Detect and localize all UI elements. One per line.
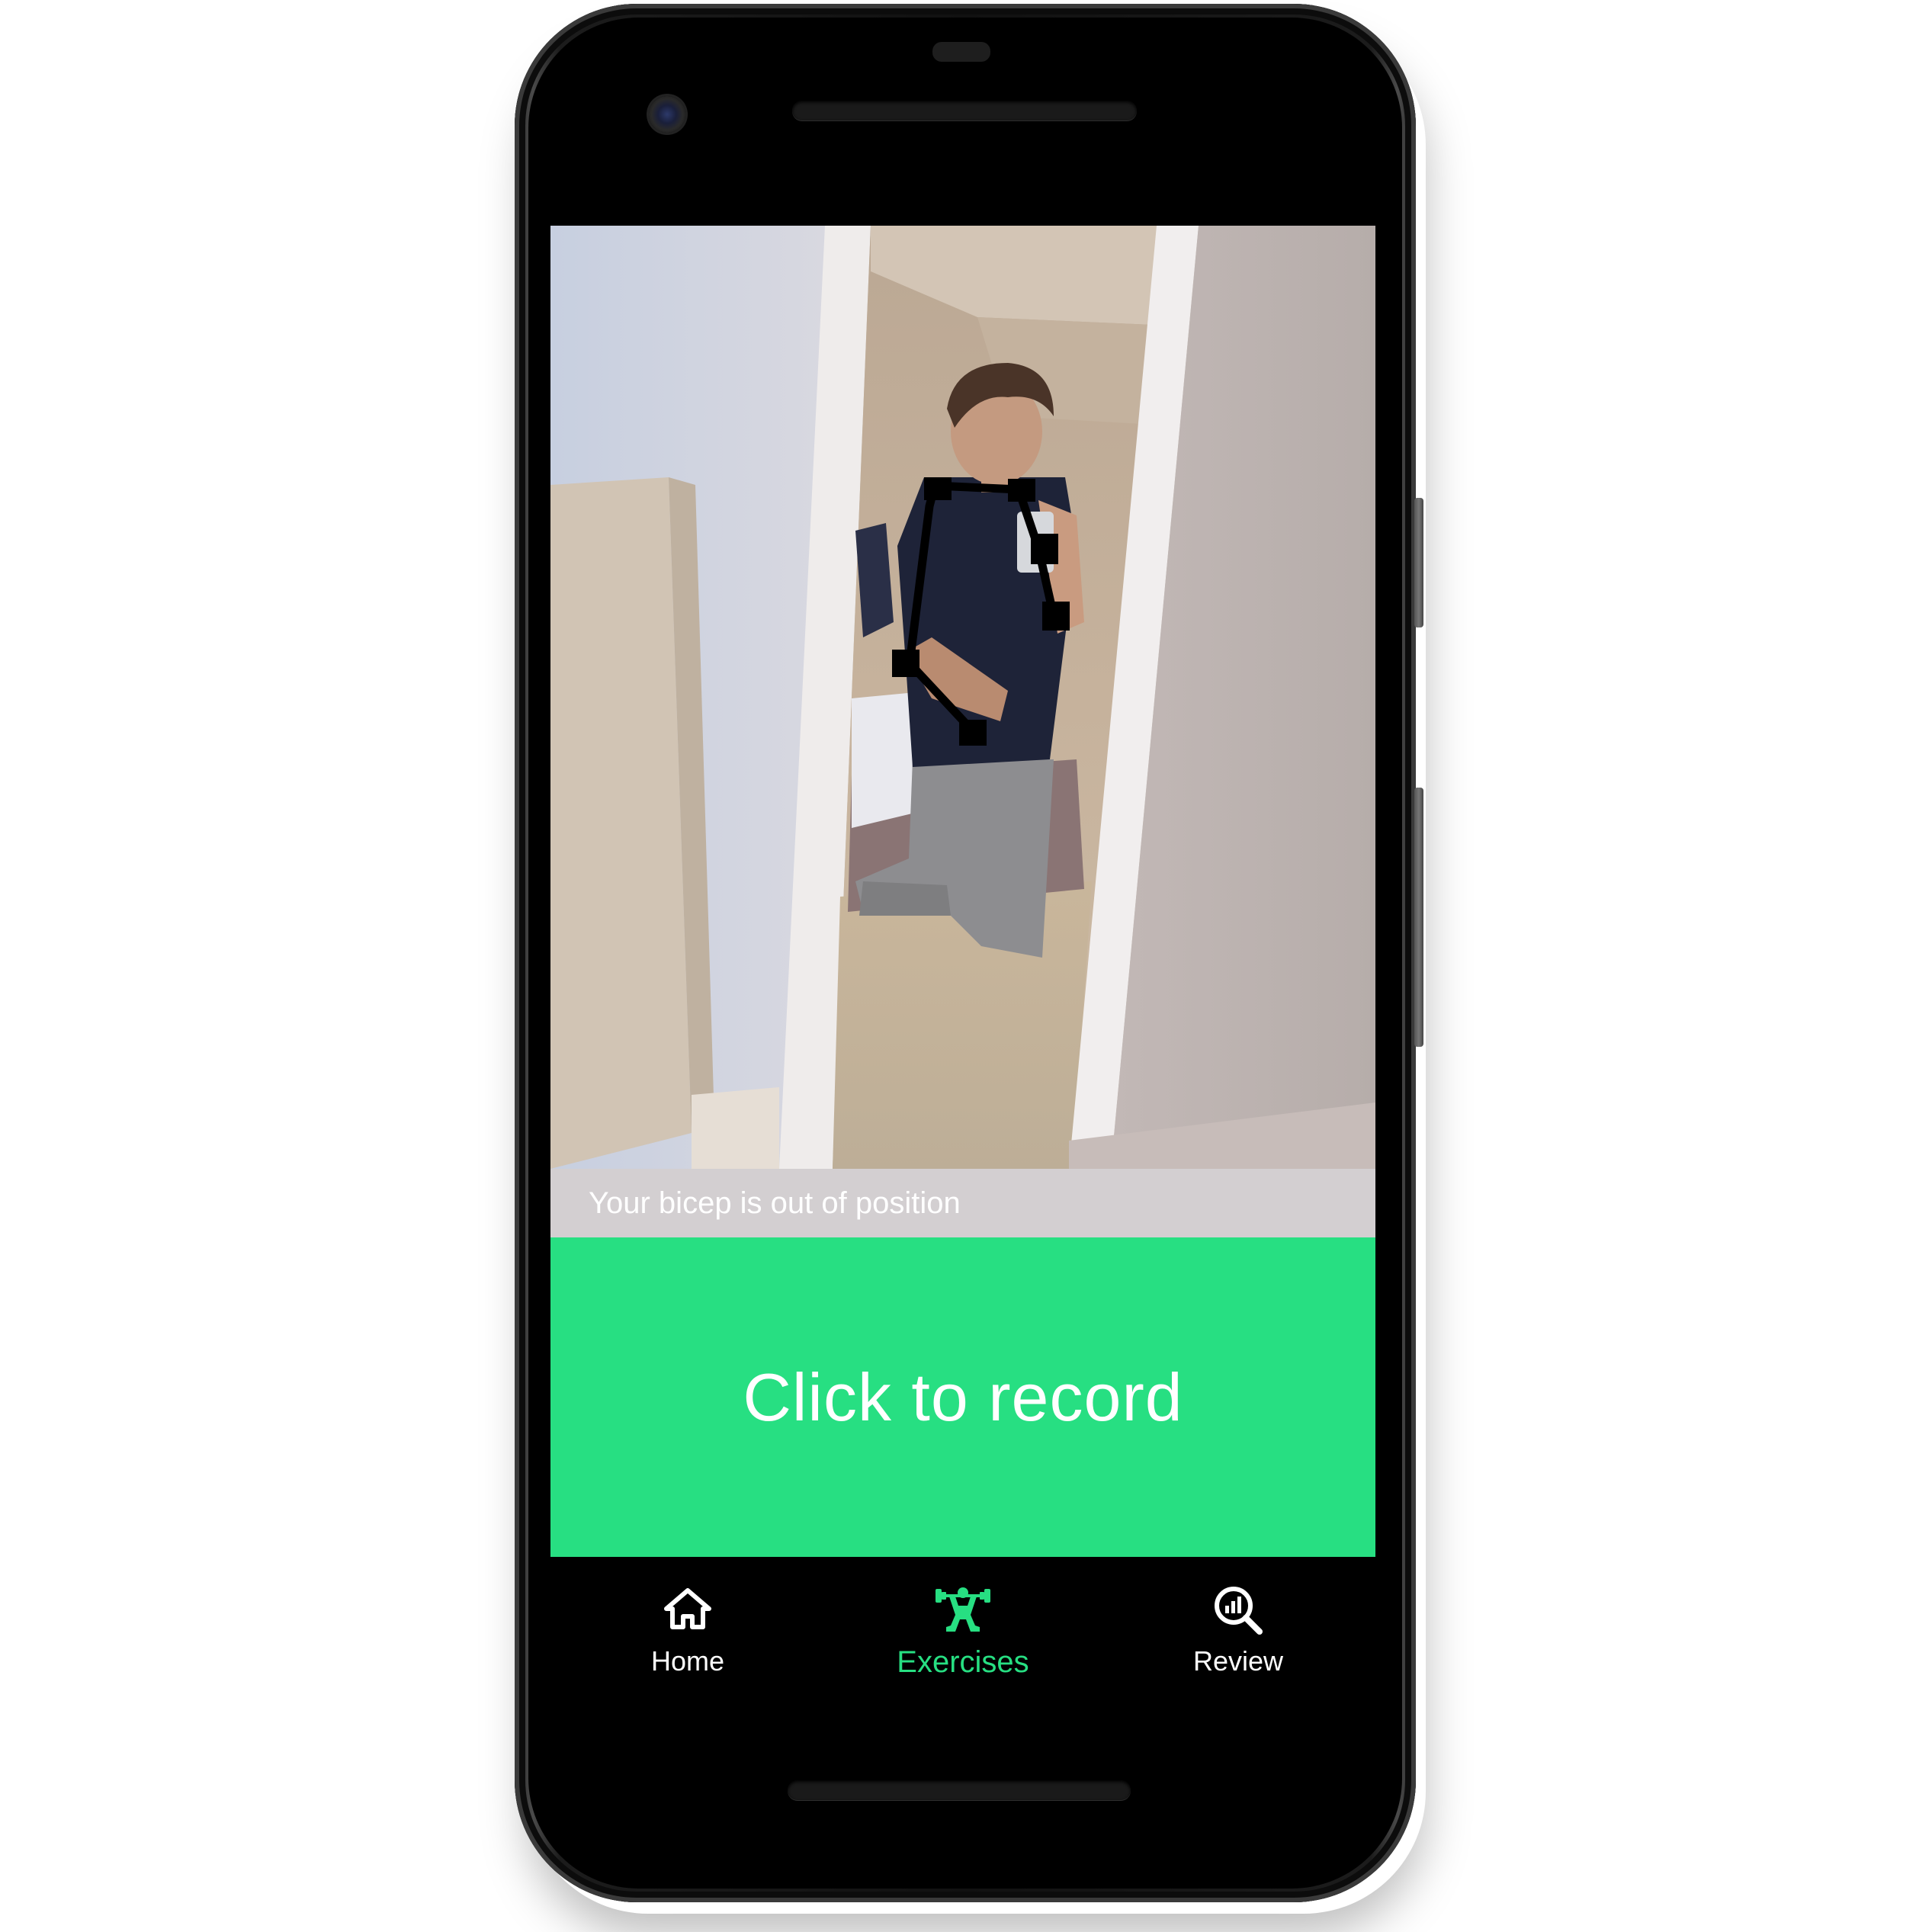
nav-item-home[interactable]: Home — [573, 1580, 802, 1694]
feedback-text: Your bicep is out of position — [589, 1186, 961, 1220]
weightlifter-icon — [936, 1587, 990, 1632]
volume-button — [1414, 788, 1423, 1047]
nav-item-review-label: Review — [1192, 1645, 1284, 1677]
home-icon — [664, 1588, 711, 1629]
app-screen: Your bicep is out of position Click to r… — [550, 226, 1375, 1557]
bottom-speaker — [788, 1780, 1131, 1800]
device-mockup: Your bicep is out of position Click to r… — [0, 0, 1932, 1932]
record-button-label: Click to record — [743, 1359, 1183, 1435]
bottom-navigation-bar: Home Exercises Review — [550, 1557, 1375, 1694]
earpiece-speaker — [792, 101, 1137, 120]
front-camera-lens — [649, 96, 685, 133]
analytics-search-icon — [1215, 1587, 1263, 1635]
record-button[interactable]: Click to record — [550, 1237, 1375, 1557]
proximity-sensor — [932, 42, 990, 62]
nav-item-review[interactable]: Review — [1124, 1580, 1353, 1694]
power-button — [1414, 498, 1423, 627]
nav-item-exercises-label: Exercises — [897, 1645, 1029, 1679]
nav-item-home-label: Home — [650, 1645, 725, 1677]
feedback-bar: Your bicep is out of position — [550, 1169, 1375, 1237]
camera-preview — [550, 226, 1375, 1169]
nav-item-exercises[interactable]: Exercises — [849, 1580, 1077, 1694]
camera-feed-image — [550, 226, 1375, 1169]
